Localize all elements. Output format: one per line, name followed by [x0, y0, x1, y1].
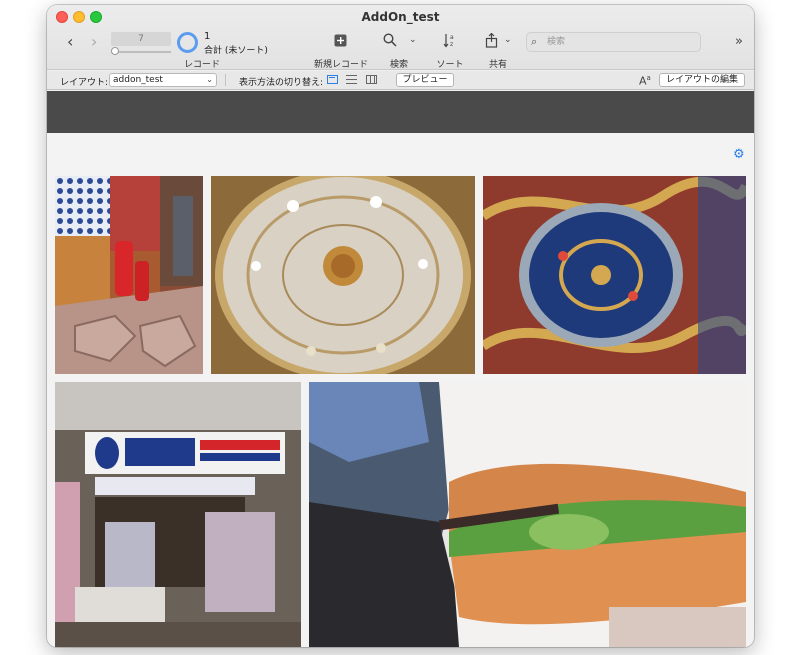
form-view-icon[interactable]: [327, 75, 338, 84]
app-window: AddOn_test ‹ › 7 レコード 1 合計 (未ソート) 新規レコード…: [47, 5, 754, 647]
record-count: 1: [204, 31, 211, 42]
find-button[interactable]: 検索: [384, 57, 414, 70]
record-total-status: 合計 (未ソート): [204, 46, 268, 56]
search-input[interactable]: [547, 35, 697, 49]
window-title: AddOn_test: [361, 10, 440, 24]
sort-az-icon[interactable]: az: [443, 33, 457, 52]
layout-select[interactable]: addon_test ⌄: [109, 73, 217, 87]
quick-find-field[interactable]: ⌕: [526, 32, 701, 52]
svg-text:a: a: [450, 34, 454, 41]
record-slider[interactable]: [111, 51, 171, 53]
sort-button[interactable]: ソート: [433, 57, 467, 70]
photo-tiled-corner[interactable]: [55, 176, 203, 374]
find-menu-chevron-down-icon[interactable]: ⌄: [409, 35, 417, 45]
gear-icon[interactable]: ⚙: [733, 147, 745, 162]
title-bar: AddOn_test ‹ › 7 レコード 1 合計 (未ソート) 新規レコード…: [47, 5, 754, 70]
layout-bar: レイアウト: addon_test ⌄ 表示方法の切り替え: プレビュー Aa …: [47, 71, 754, 90]
double-chevron-icon[interactable]: »: [735, 34, 743, 49]
photo-sandwich[interactable]: [309, 382, 746, 647]
chevron-left-icon[interactable]: ‹: [67, 34, 73, 50]
current-record-field[interactable]: 7: [111, 32, 171, 46]
records-label: レコード: [184, 60, 221, 70]
search-icon: ⌕: [531, 35, 538, 48]
new-record-button[interactable]: 新規レコード: [309, 57, 373, 70]
view-as-label: 表示方法の切り替え:: [239, 78, 324, 88]
plus-square-icon[interactable]: [333, 34, 347, 51]
photo-shop-front[interactable]: [55, 382, 301, 647]
layout-select-value: addon_test: [113, 75, 163, 85]
chevron-down-icon: ⌄: [206, 75, 213, 84]
magnifier-icon[interactable]: [383, 33, 397, 51]
preview-button[interactable]: プレビュー: [396, 73, 454, 87]
edit-layout-button[interactable]: レイアウトの編集: [659, 73, 745, 87]
photo-ornate-dome[interactable]: [211, 176, 475, 374]
layout-label: レイアウト:: [60, 78, 109, 88]
layout-body: ⚙: [47, 133, 754, 647]
text-size-icon[interactable]: Aa: [639, 74, 651, 88]
table-view-icon[interactable]: [366, 75, 377, 84]
toolbar-divider: [225, 74, 226, 86]
record-slider-knob[interactable]: [111, 47, 119, 55]
list-view-icon[interactable]: [346, 75, 357, 84]
svg-text:z: z: [450, 41, 453, 48]
found-set-pie-icon[interactable]: [177, 32, 198, 53]
share-icon[interactable]: [485, 32, 498, 52]
layout-header-band: [47, 91, 754, 133]
photo-blue-medallion[interactable]: [483, 176, 746, 374]
share-button[interactable]: 共有: [481, 57, 515, 70]
share-menu-chevron-down-icon[interactable]: ⌄: [504, 35, 512, 45]
chevron-right-icon[interactable]: ›: [91, 34, 97, 50]
